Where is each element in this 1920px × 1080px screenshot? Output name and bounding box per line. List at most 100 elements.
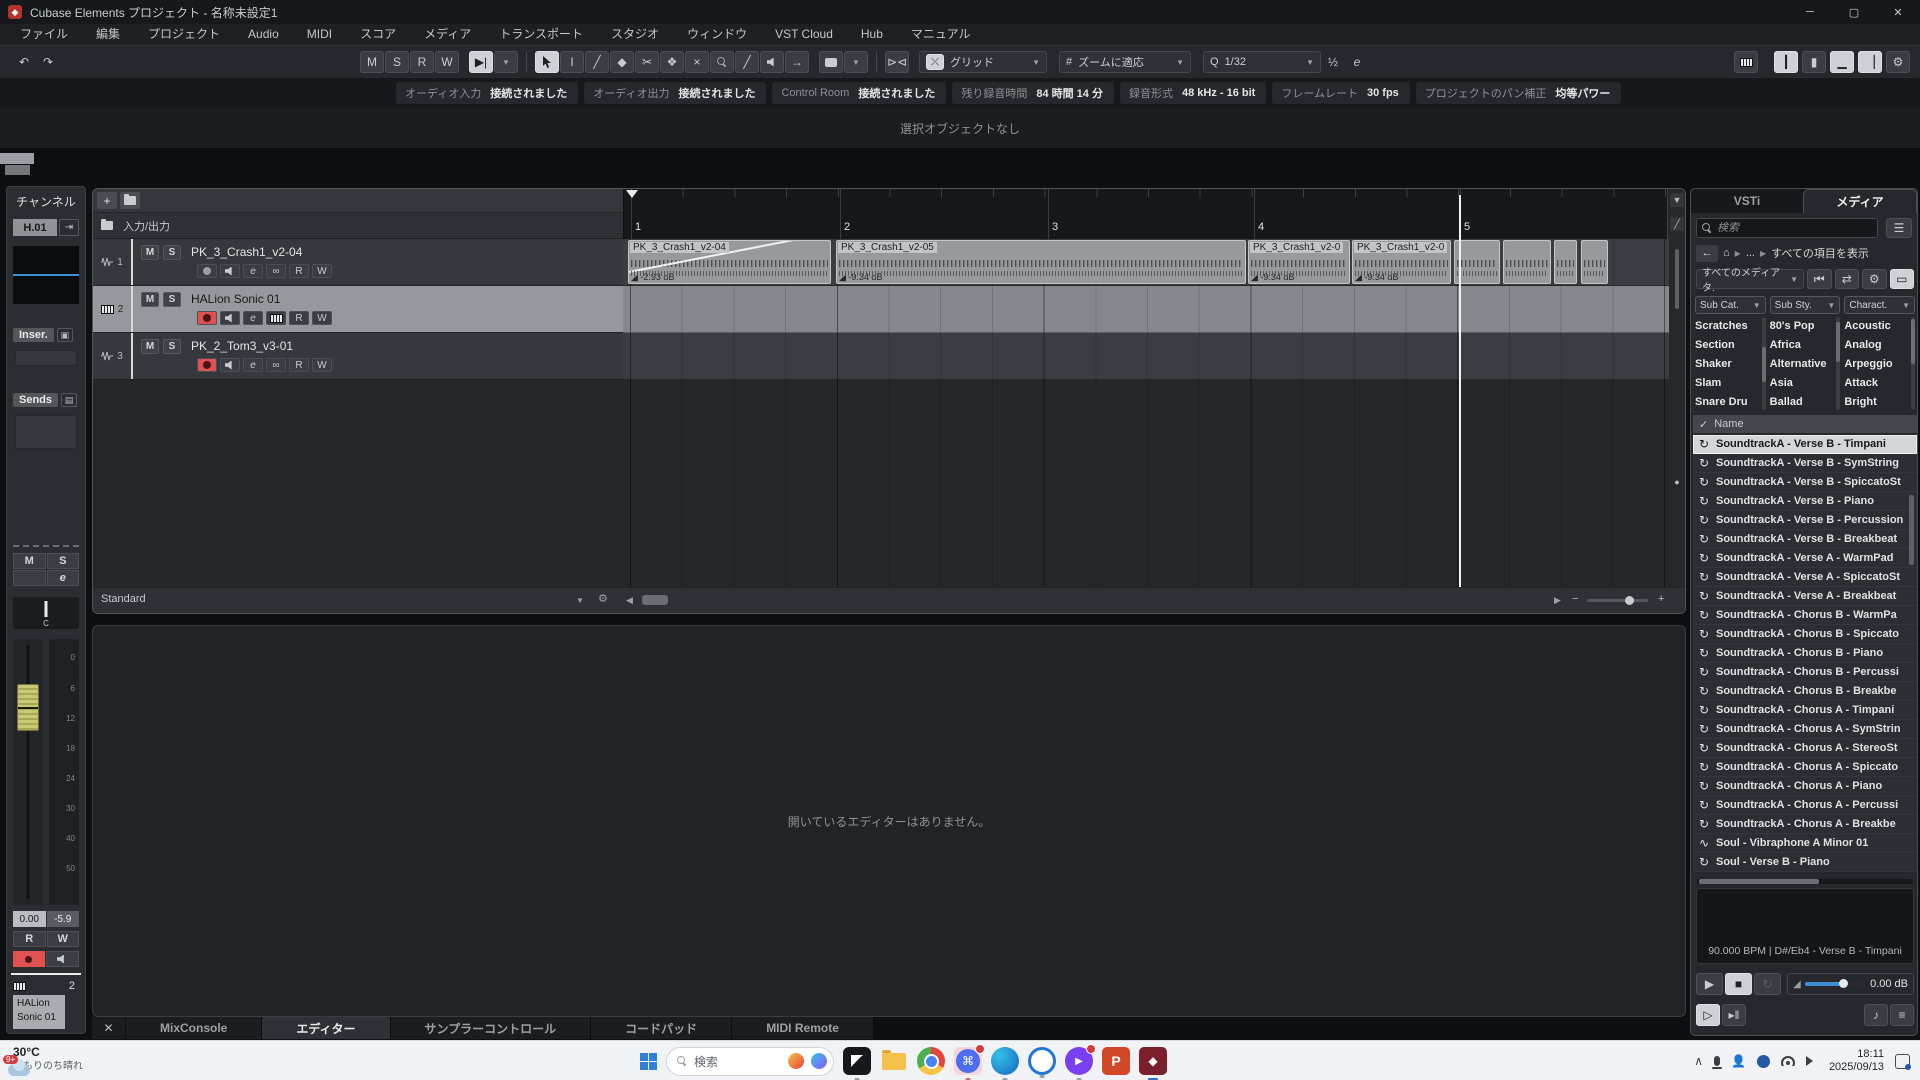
track-mute-button[interactable]: M [141,339,159,354]
menu-item[interactable]: MIDI [293,24,346,45]
menu-item[interactable]: プロジェクト [134,24,234,45]
people-icon[interactable]: 👤 [1731,1054,1746,1068]
event-volume[interactable]: ◢ -9.34 dB [839,272,882,283]
taskbar-app-purple[interactable]: ▶ [1065,1047,1093,1075]
mediabay-settings-gear-icon[interactable]: ⚙ [1862,269,1887,289]
preview-play-icon[interactable]: ▶ [1696,973,1723,995]
menu-item[interactable]: ウィンドウ [673,24,761,45]
track-name[interactable]: HALion Sonic 01 [191,292,280,306]
audio-event-small[interactable] [1554,240,1577,284]
minimize-button[interactable]: ─ [1788,0,1832,24]
audio-event-small[interactable] [1581,240,1608,284]
undo-icon[interactable]: ↶ [12,51,36,73]
filter-item[interactable]: Acoustic [1844,317,1909,336]
onscreen-keyboard-icon[interactable] [1734,51,1758,73]
track-instrument-icon[interactable] [266,311,286,325]
filters-panel-toggle-icon[interactable]: ▭ [1890,269,1915,289]
search-input[interactable] [1717,222,1857,234]
menu-item[interactable]: スタジオ [597,24,673,45]
zoom-out-icon[interactable]: − [1572,593,1578,605]
track-stereo-icon[interactable]: ∞ [266,358,286,372]
zoom-dot-icon[interactable]: ● [1670,475,1684,489]
preset-dropdown-icon[interactable]: ▼ [576,596,584,605]
track-preset-selector[interactable]: Standard [101,593,146,605]
lower-zone-toggle-icon[interactable]: ▁ [1830,51,1854,73]
iterative-quantize-icon[interactable]: ½ [1321,51,1345,73]
volume-knob[interactable] [1839,979,1848,988]
audio-event[interactable]: PK_3_Crash1_v2-04 ◢ -2.93 dB [628,240,831,284]
media-list-item[interactable]: SoundtrackA - Verse B - Breakbeat [1693,530,1917,549]
filter-item[interactable]: Slam [1695,374,1760,393]
track-write-button[interactable]: W [312,311,332,325]
preview-loop-icon[interactable]: ↻ [1754,973,1781,995]
media-list-item[interactable]: SoundtrackA - Verse A - Breakbeat [1693,587,1917,606]
home-icon[interactable]: ⌂ [1723,247,1730,259]
track-record-button[interactable] [197,358,217,372]
pan-handle[interactable] [45,601,48,617]
media-list-item[interactable]: SoundtrackA - Chorus B - Spiccato [1693,625,1917,644]
lower-zone-tab[interactable]: MixConsole [126,1017,262,1039]
track-stereo-icon[interactable]: ∞ [266,264,286,278]
channel-record-button[interactable] [13,951,45,967]
media-list-item[interactable]: SoundtrackA - Chorus B - Percussi [1693,663,1917,682]
media-list-item[interactable]: SoundtrackA - Chorus A - Piano [1693,777,1917,796]
menu-item[interactable]: ファイル [6,24,82,45]
zoom-tool-icon[interactable] [710,51,734,73]
start-button[interactable] [640,1053,657,1070]
taskbar-app-powerpoint[interactable]: P [1102,1047,1130,1075]
filter-scrollbar[interactable] [1762,317,1766,410]
status-item[interactable]: オーディオ入力 接続されました [396,82,578,104]
track-read-button[interactable]: R [289,264,309,278]
filter-item[interactable]: Arpeggio [1844,355,1909,374]
media-list-item[interactable]: SoundtrackA - Chorus A - Spiccato [1693,758,1917,777]
lower-zone-tab[interactable]: エディター [262,1017,390,1039]
filter-item[interactable]: Section [1695,336,1760,355]
mute-tool-icon[interactable]: × [685,51,709,73]
timeline-lane-3[interactable] [623,333,1669,380]
track-header-1[interactable]: 1 M S PK_3_Crash1_v2-04 e ∞ R W [93,239,623,286]
grid-type-dropdown[interactable]: # ズームに適応 ▼ [1059,51,1191,73]
volume-icon[interactable] [1806,1056,1818,1066]
track-write-button[interactable]: W [312,264,332,278]
redo-icon[interactable]: ↷ [36,51,60,73]
draw-tool-icon[interactable]: ╱ [585,51,609,73]
insert-slot[interactable] [15,350,77,366]
preview-settings-icon[interactable]: ≡ [1890,1004,1914,1026]
scroll-left-icon[interactable]: ◀ [626,595,633,606]
line-tool-icon[interactable]: ╱ [735,51,759,73]
filter-item[interactable]: Alternative [1770,355,1835,374]
track-record-button[interactable] [197,264,217,278]
taskbar-file-explorer[interactable] [880,1047,908,1075]
substyle-dropdown[interactable]: Sub Sty.▼ [1770,296,1841,314]
split-tool-icon[interactable]: ✂ [635,51,659,73]
status-item[interactable]: Control Room 接続されました [772,82,946,104]
menu-item[interactable]: メディア [410,24,485,45]
menu-item[interactable]: スコア [346,24,410,45]
channel-edit-button[interactable]: e [47,570,80,586]
rack-tab[interactable]: メディア [1803,189,1917,213]
taskbar-app-notepad[interactable] [843,1047,871,1075]
erase-tool-icon[interactable]: ◆ [610,51,634,73]
audio-event[interactable]: PK_3_Crash1_v2-0 ◢ -9.34 dB [1352,240,1451,284]
taskbar-clock[interactable]: 18:11 2025/09/13 [1829,1048,1884,1074]
channel-listen-button[interactable] [13,570,46,586]
right-zone-toggle-icon[interactable]: ▕ [1858,51,1882,73]
zone-setup-gear-icon[interactable]: ⚙ [1886,51,1910,73]
track-mute-button[interactable]: M [141,245,159,260]
filter-item[interactable]: Analog [1844,336,1909,355]
mute-all-button[interactable]: M [360,51,384,73]
track-settings-gear-icon[interactable]: ⚙ [598,592,608,605]
track-edit-button[interactable]: e [243,264,263,278]
media-list-item[interactable]: Soul - Vibraphone A Minor 01 [1693,834,1917,853]
playhead-marker-icon[interactable] [626,190,638,204]
breadcrumb-label[interactable]: すべての項目を表示 [1771,245,1869,261]
track-monitor-button[interactable] [220,358,240,372]
event-volume[interactable]: ◢ -9.34 dB [1355,272,1398,283]
scroll-right-icon[interactable]: ▶ [1554,595,1561,606]
project-cursor-line[interactable] [1459,195,1461,589]
filter-item[interactable]: Asia [1770,374,1835,393]
wifi-icon[interactable] [1781,1056,1795,1066]
track-edit-button[interactable]: e [243,311,263,325]
filter-item[interactable]: Snare Dru [1695,393,1760,410]
zoom-slider-knob[interactable] [1625,596,1634,605]
